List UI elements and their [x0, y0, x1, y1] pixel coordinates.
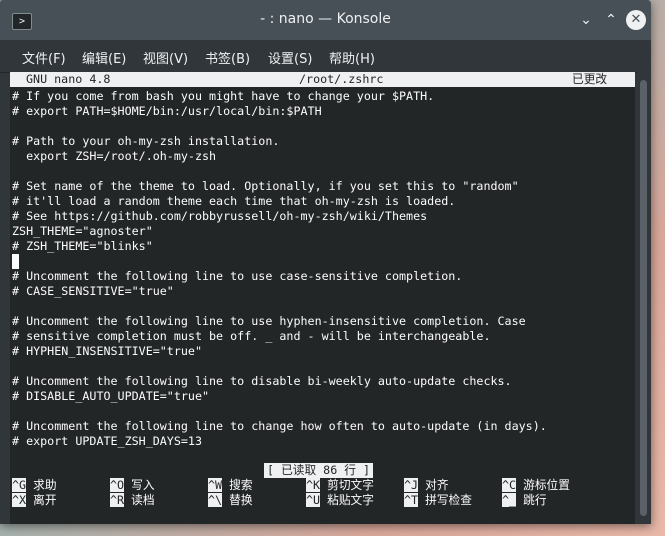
editor-line: # DISABLE_AUTO_UPDATE="true": [12, 389, 210, 403]
shortcut-label: 跳行: [523, 493, 547, 507]
editor-line: # If you come from bash you might have t…: [12, 89, 435, 103]
shortcut-spell[interactable]: ^T 拼写检查: [404, 493, 472, 508]
shortcut-key: ^T: [404, 493, 419, 507]
editor-line: # it'll load a random theme each time th…: [12, 194, 456, 208]
shortcut-key: ^W: [208, 478, 223, 492]
shortcut-goto-line[interactable]: ^_ 跳行: [502, 493, 547, 508]
editor-line: # Path to your oh-my-zsh installation.: [12, 134, 280, 148]
shortcut-label: 拼写检查: [425, 493, 472, 507]
terminal-scrollbar[interactable]: [637, 72, 651, 524]
shortcut-label: 求助: [33, 478, 57, 492]
shortcut-label: 剪切文字: [327, 478, 374, 492]
shortcut-cursor-pos[interactable]: ^C 游标位置: [502, 478, 570, 493]
shortcut-label: 离开: [33, 493, 57, 507]
shortcut-label: 粘贴文字: [327, 493, 374, 507]
editor-line: # CASE_SENSITIVE="true": [12, 284, 174, 298]
shortcut-read-file[interactable]: ^R 读档: [110, 493, 155, 508]
window-title: - : nano — Konsole: [260, 11, 391, 27]
shortcut-label: 读档: [131, 493, 155, 507]
shortcut-exit[interactable]: ^X 离开: [12, 493, 57, 508]
nano-header: GNU nano 4.8 /root/.zshrc 已更改: [10, 72, 635, 87]
shortcut-replace[interactable]: ^\ 替换: [208, 493, 253, 508]
scrollbar-thumb[interactable]: [640, 80, 647, 516]
editor-line: # export PATH=$HOME/bin:/usr/local/bin:$…: [12, 104, 322, 118]
shortcut-label: 对齐: [425, 478, 449, 492]
menu-file[interactable]: 文件(F): [22, 48, 66, 67]
shortcut-key: ^R: [110, 493, 125, 507]
shortcut-key: ^\: [208, 493, 223, 507]
nano-modified-flag: 已更改: [572, 72, 608, 86]
shortcut-key: ^X: [12, 493, 27, 507]
maximize-icon[interactable]: ⌃: [601, 10, 621, 30]
editor-line: # sensitive completion must be off. _ an…: [12, 329, 491, 343]
shortcut-key: ^_: [502, 493, 517, 507]
nano-filename: /root/.zshrc: [299, 72, 384, 86]
editor-line: # Uncomment the following line to use ca…: [12, 269, 463, 283]
editor-line: # export UPDATE_ZSH_DAYS=13: [12, 434, 202, 448]
close-icon[interactable]: ✕: [626, 10, 646, 30]
editor-line: ZSH_THEME="agnoster": [12, 224, 153, 238]
editor-line: # Uncomment the following line to change…: [12, 419, 547, 433]
shortcut-help[interactable]: ^G 求助: [12, 478, 57, 493]
nano-version: GNU nano 4.8: [26, 72, 111, 86]
shortcut-label: 搜索: [229, 478, 253, 492]
editor-line: export ZSH=/root/.oh-my-zsh: [12, 149, 217, 163]
shortcut-justify[interactable]: ^J 对齐: [404, 478, 449, 493]
shortcut-label: 写入: [131, 478, 155, 492]
shortcut-label: 替换: [229, 493, 253, 507]
menu-settings[interactable]: 设置(S): [268, 48, 312, 67]
shortcut-key: ^K: [306, 478, 321, 492]
nano-status-message: [ 已读取 86 行 ]: [264, 463, 374, 478]
shortcut-cut[interactable]: ^K 剪切文字: [306, 478, 374, 493]
text-cursor: [12, 254, 19, 269]
terminal-area[interactable]: GNU nano 4.8 /root/.zshrc 已更改 # If you c…: [10, 72, 635, 524]
editor-line: # Set name of the theme to load. Optiona…: [12, 179, 519, 193]
menu-view[interactable]: 视图(V): [143, 48, 188, 67]
shortcut-write[interactable]: ^O 写入: [110, 478, 155, 493]
editor-line: # Uncomment the following line to disabl…: [12, 374, 512, 388]
shortcut-key: ^O: [110, 478, 125, 492]
editor-line: # ZSH_THEME="blinks": [12, 239, 153, 253]
shortcut-paste[interactable]: ^U 粘贴文字: [306, 493, 374, 508]
shortcut-key: ^C: [502, 478, 517, 492]
menu-help[interactable]: 帮助(H): [329, 48, 375, 67]
shortcut-key: ^G: [12, 478, 27, 492]
menu-edit[interactable]: 编辑(E): [82, 48, 126, 67]
menu-bar: 文件(F) 编辑(E) 视图(V) 书签(B) 设置(S) 帮助(H): [0, 40, 651, 73]
minimize-icon[interactable]: ⌄: [576, 10, 596, 30]
shortcut-label: 游标位置: [523, 478, 570, 492]
shortcut-search[interactable]: ^W 搜索: [208, 478, 253, 493]
editor-line: # Uncomment the following line to use hy…: [12, 314, 526, 328]
title-bar[interactable]: > - : nano — Konsole ⌄ ⌃ ✕: [0, 0, 651, 40]
editor-line: # See https://github.com/robbyrussell/oh…: [12, 209, 428, 223]
konsole-window: > - : nano — Konsole ⌄ ⌃ ✕ 文件(F) 编辑(E) 视…: [0, 0, 651, 524]
shortcut-key: ^J: [404, 478, 419, 492]
shortcut-key: ^U: [306, 493, 321, 507]
menu-bookmarks[interactable]: 书签(B): [205, 48, 250, 67]
editor-line: # HYPHEN_INSENSITIVE="true": [12, 344, 202, 358]
